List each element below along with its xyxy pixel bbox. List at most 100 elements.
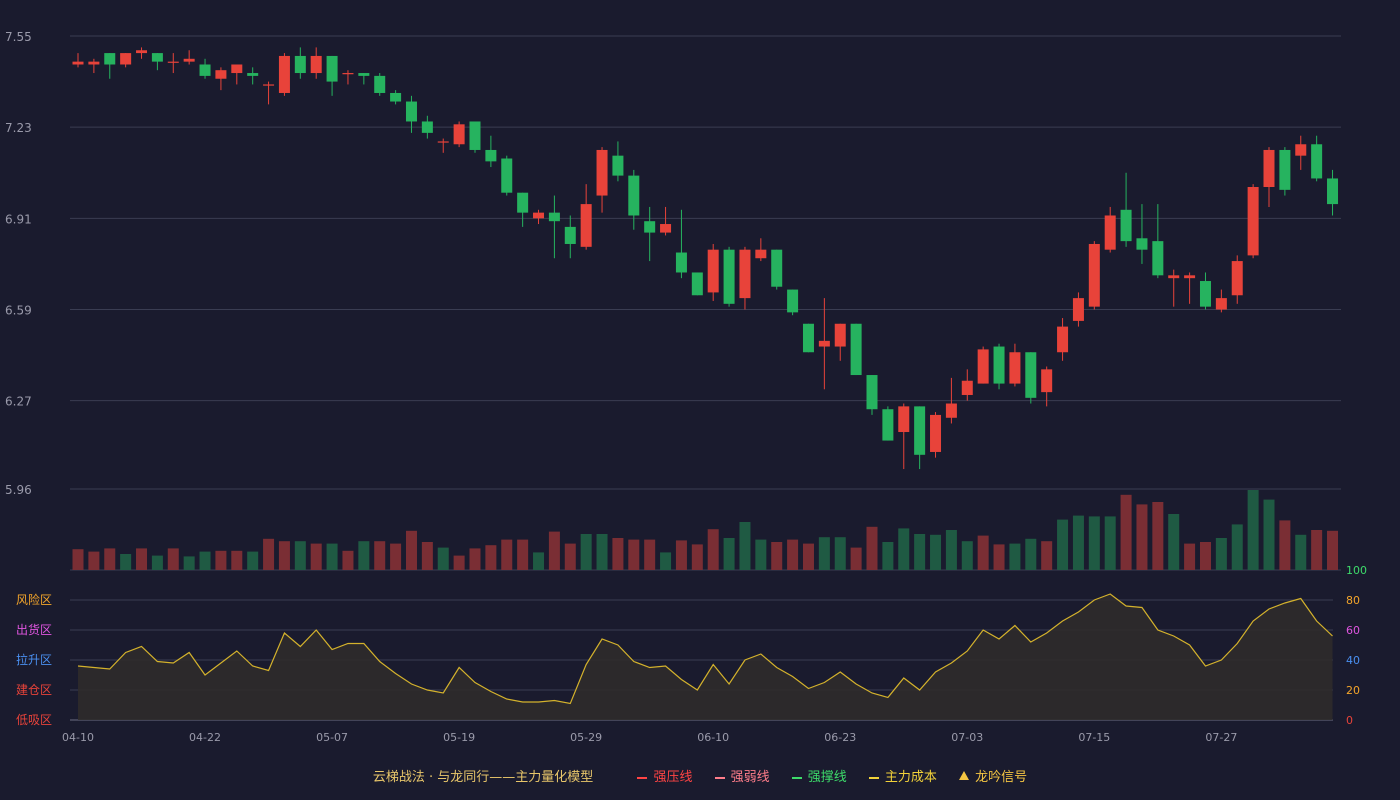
- volume-bar: [675, 540, 687, 570]
- candle-body: [151, 53, 163, 62]
- candle-body: [834, 323, 846, 347]
- volume-bar: [945, 530, 957, 570]
- candle-body: [517, 192, 529, 213]
- volume-bar: [104, 548, 116, 570]
- chart-legend: 云梯战法 · 与龙同行——主力量化模型 强压线 强弱线 强撑线 主力成本 龙吟信…: [0, 766, 1400, 785]
- candle-body: [755, 249, 767, 259]
- volume-bar: [421, 542, 433, 570]
- candle-body: [469, 121, 481, 150]
- candle-body: [1184, 275, 1196, 279]
- legend-label: 主力成本: [884, 770, 937, 785]
- volume-bar: [374, 541, 386, 570]
- candlestick-series: [72, 47, 1339, 470]
- candle-body: [1136, 238, 1148, 250]
- x-tick-label: 07-15: [1078, 731, 1110, 744]
- volume-bar: [278, 541, 290, 570]
- candle-body: [421, 121, 433, 133]
- candle-body: [199, 64, 211, 76]
- candle-body: [390, 92, 402, 102]
- candle-body: [1215, 298, 1227, 310]
- x-tick-label: 04-22: [189, 731, 221, 744]
- candle-body: [596, 149, 608, 196]
- volume-bar: [1168, 514, 1180, 570]
- legend-item-strong-support[interactable]: 强撑线: [791, 766, 847, 785]
- candle-body: [247, 73, 259, 76]
- volume-bar: [358, 541, 370, 570]
- volume-bar: [167, 548, 179, 570]
- candle-body: [342, 73, 354, 75]
- candle-body: [723, 249, 735, 304]
- x-tick-label: 06-23: [824, 731, 856, 744]
- volume-bar: [1295, 534, 1307, 570]
- candle-body: [644, 221, 656, 233]
- candle-body: [993, 346, 1005, 384]
- volume-bar: [294, 541, 306, 570]
- legend-label: 强弱线: [730, 770, 770, 785]
- volume-bar: [1279, 520, 1291, 570]
- zone-label: 风险区: [16, 592, 52, 607]
- volume-bar: [596, 534, 608, 570]
- legend-item-strong-pressure[interactable]: 强压线: [637, 766, 692, 785]
- zone-label: 建仓区: [16, 683, 52, 697]
- candle-body: [882, 409, 894, 441]
- volume-bar: [326, 543, 338, 570]
- candle-body: [1057, 326, 1069, 353]
- volume-bar: [755, 539, 767, 570]
- volume-bar: [993, 544, 1005, 570]
- price-tick-label: 5.96: [5, 483, 32, 497]
- volume-bar: [1247, 490, 1259, 570]
- legend-item-main-cost[interactable]: 主力成本: [868, 766, 937, 785]
- candle-body: [961, 380, 973, 395]
- volume-bar: [199, 551, 211, 570]
- candle-body: [167, 61, 179, 63]
- candle-body: [977, 349, 989, 384]
- volume-bar: [1136, 504, 1148, 570]
- volume-bar: [771, 542, 783, 570]
- volume-bar: [850, 547, 862, 570]
- candle-body: [120, 53, 132, 65]
- x-tick-label: 05-29: [570, 731, 602, 744]
- volume-bar: [1072, 515, 1084, 570]
- oscillator-tick-label: 80: [1346, 594, 1360, 607]
- candle-body: [278, 55, 290, 93]
- zone-label: 出货区: [16, 622, 52, 637]
- volume-bar: [739, 522, 751, 570]
- volume-bar: [183, 556, 195, 570]
- candle-body: [1295, 144, 1307, 156]
- candle-body: [1152, 241, 1164, 276]
- legend-item-strength-line[interactable]: 强弱线: [714, 766, 770, 785]
- candle-body: [183, 58, 195, 62]
- legend-swatch: [868, 776, 879, 779]
- candle-body: [72, 61, 84, 65]
- candle-body: [691, 272, 703, 296]
- volume-bar: [707, 529, 719, 570]
- candle-body: [1231, 261, 1243, 296]
- candle-body: [1199, 281, 1211, 307]
- volume-bar: [691, 544, 703, 570]
- candle-body: [675, 252, 687, 273]
- volume-bar: [660, 552, 672, 570]
- candle-body: [1311, 144, 1323, 179]
- volume-bar: [151, 555, 163, 570]
- volume-bar: [453, 555, 465, 570]
- volume-bar: [914, 534, 926, 570]
- candle-body: [1025, 352, 1037, 398]
- candle-body: [453, 124, 465, 145]
- volume-bar: [310, 543, 322, 570]
- candle-body: [88, 61, 100, 65]
- volume-bar: [247, 551, 259, 570]
- volume-bar: [390, 543, 402, 570]
- candle-body: [930, 414, 942, 452]
- volume-bar: [533, 552, 545, 570]
- candle-body: [326, 55, 338, 82]
- legend-label: 强压线: [653, 770, 693, 785]
- candle-body: [1263, 149, 1275, 187]
- candle-body: [707, 249, 719, 293]
- volume-bar: [818, 537, 830, 570]
- candle-body: [294, 55, 306, 74]
- volume-bar: [1120, 494, 1132, 570]
- legend-item-dragon-signal[interactable]: 龙吟信号: [959, 766, 1027, 785]
- volume-bar: [977, 535, 989, 570]
- candle-body: [945, 403, 957, 418]
- volume-bar: [564, 543, 576, 570]
